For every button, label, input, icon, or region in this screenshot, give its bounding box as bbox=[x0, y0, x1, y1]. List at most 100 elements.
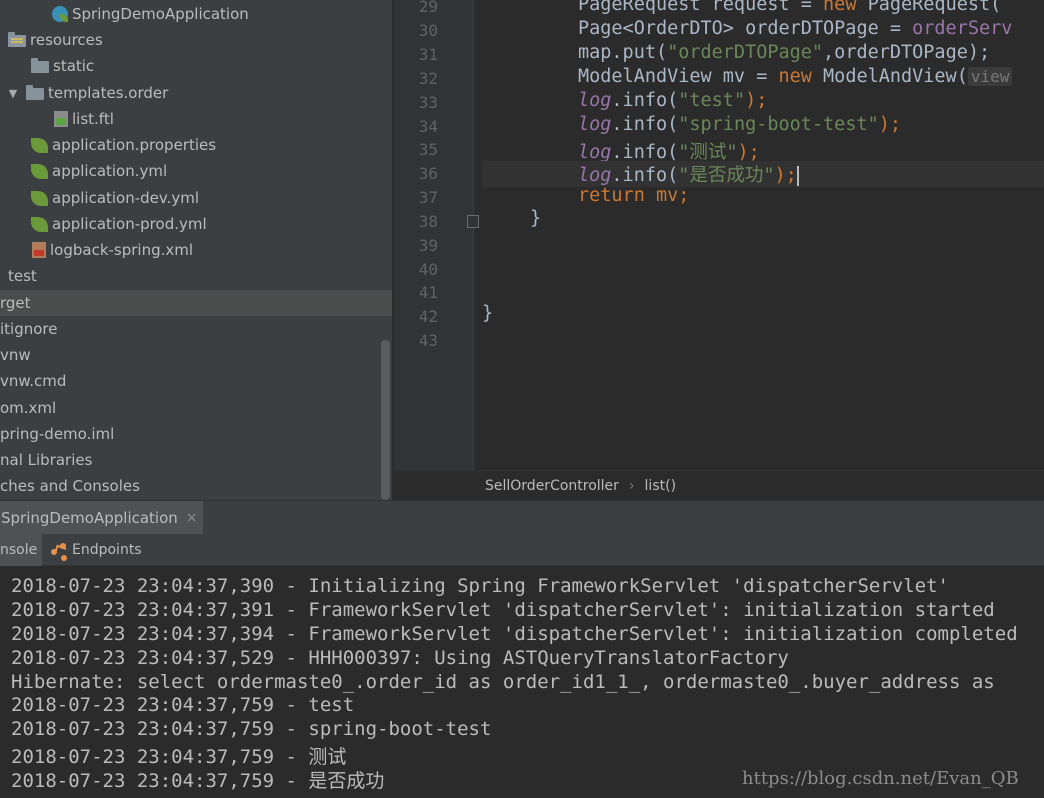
close-icon[interactable]: × bbox=[186, 510, 198, 526]
code-line: } bbox=[482, 303, 494, 324]
text-caret bbox=[796, 166, 799, 186]
tree-item-static[interactable]: static bbox=[0, 53, 392, 79]
line-number-gutter: 29 30 31 32 33 34 35 36 37 38 39 40 41 4… bbox=[394, 0, 474, 470]
code-line: map.put("orderDTOPage",orderDTOPage); bbox=[578, 42, 991, 63]
code-editor[interactable]: 29 30 31 32 33 34 35 36 37 38 39 40 41 4… bbox=[394, 0, 1044, 470]
spring-boot-app-icon bbox=[52, 6, 68, 22]
run-tab-springdemoapplication[interactable]: SpringDemoApplication × bbox=[0, 501, 203, 535]
line-number: 29 bbox=[418, 0, 438, 16]
line-number: 33 bbox=[418, 93, 438, 112]
line-number: 34 bbox=[418, 117, 438, 136]
tree-scrollbar[interactable] bbox=[381, 340, 390, 500]
run-tab-bar: SpringDemoApplication × bbox=[0, 500, 1044, 535]
run-tab-label: SpringDemoApplication bbox=[1, 509, 178, 527]
tree-item-springdemoapplication[interactable]: SpringDemoApplication bbox=[0, 1, 392, 27]
tree-item-label: logback-spring.xml bbox=[50, 241, 194, 259]
line-number: 41 bbox=[418, 283, 438, 302]
code-line: return mv; bbox=[578, 185, 690, 206]
chevron-down-icon[interactable]: ▼ bbox=[6, 87, 20, 100]
line-number: 30 bbox=[418, 21, 438, 40]
console-line: 2018-07-23 23:04:37,394 - FrameworkServl… bbox=[11, 623, 1018, 645]
line-number: 40 bbox=[418, 260, 438, 279]
tree-item-label: vnw.cmd bbox=[0, 372, 67, 390]
tree-item-target[interactable]: rget bbox=[0, 290, 392, 316]
spring-config-icon bbox=[31, 138, 48, 153]
line-number: 42 bbox=[418, 307, 438, 326]
console-line: 2018-07-23 23:04:37,759 - 是否成功 bbox=[11, 770, 385, 792]
tree-item-label: application.yml bbox=[52, 162, 168, 180]
xml-file-icon bbox=[32, 242, 46, 258]
tab-endpoints-label: Endpoints bbox=[72, 542, 142, 558]
line-number: 32 bbox=[418, 69, 438, 88]
tree-item-label: application-dev.yml bbox=[52, 189, 200, 207]
tab-console-label: nsole bbox=[0, 542, 38, 558]
tree-item-templates-order[interactable]: ▼ templates.order bbox=[0, 80, 392, 106]
fold-marker-icon[interactable] bbox=[467, 215, 479, 228]
tree-item-iml[interactable]: pring-demo.iml bbox=[0, 421, 392, 447]
spring-config-icon bbox=[31, 164, 48, 179]
tree-item-label: om.xml bbox=[0, 399, 57, 417]
tree-item-label: application.properties bbox=[52, 136, 217, 154]
tree-item-application-dev-yml[interactable]: application-dev.yml bbox=[0, 185, 392, 211]
breadcrumb-separator: › bbox=[628, 477, 635, 494]
parameter-hint: view bbox=[967, 67, 1013, 86]
console-line: 2018-07-23 23:04:37,529 - HHH000397: Usi… bbox=[11, 647, 789, 669]
tree-item-label: templates.order bbox=[48, 84, 169, 102]
line-number: 39 bbox=[418, 236, 438, 255]
console-line: 2018-07-23 23:04:37,390 - Initializing S… bbox=[11, 575, 949, 597]
console-output[interactable]: 2018-07-23 23:04:37,390 - Initializing S… bbox=[0, 566, 1044, 798]
spring-config-icon bbox=[31, 217, 48, 232]
editor-breadcrumb: SellOrderController › list() bbox=[394, 470, 1044, 500]
breadcrumb-method[interactable]: list() bbox=[645, 478, 677, 494]
tree-item-label: vnw bbox=[0, 346, 31, 364]
tree-item-label: list.ftl bbox=[72, 110, 114, 128]
tree-item-label: resources bbox=[30, 31, 103, 49]
tree-item-external-libraries[interactable]: nal Libraries bbox=[0, 447, 392, 473]
tree-item-application-properties[interactable]: application.properties bbox=[0, 132, 392, 158]
tree-item-logback-spring-xml[interactable]: logback-spring.xml bbox=[0, 237, 392, 263]
console-line: Hibernate: select ordermaste0_.order_id … bbox=[11, 671, 995, 693]
endpoints-icon bbox=[50, 541, 68, 559]
tree-item-label: itignore bbox=[0, 320, 58, 338]
line-number: 37 bbox=[418, 188, 438, 207]
code-line: log.info("test"); bbox=[578, 90, 768, 111]
tree-item-label: nal Libraries bbox=[0, 451, 93, 469]
tree-item-pom-xml[interactable]: om.xml bbox=[0, 395, 392, 421]
spring-config-icon bbox=[31, 191, 48, 206]
watermark: https://blog.csdn.net/Evan_QB bbox=[742, 768, 1019, 789]
console-line: 2018-07-23 23:04:37,759 - test bbox=[11, 694, 355, 716]
tree-item-scratches-and-consoles[interactable]: ches and Consoles bbox=[0, 473, 392, 499]
code-line: log.info("spring-boot-test"); bbox=[578, 114, 902, 135]
tree-item-label: test bbox=[8, 267, 37, 285]
console-line: 2018-07-23 23:04:37,391 - FrameworkServl… bbox=[11, 599, 995, 621]
tab-endpoints[interactable]: Endpoints bbox=[46, 534, 146, 566]
tree-item-label: ches and Consoles bbox=[0, 477, 140, 495]
tree-item-test[interactable]: test bbox=[0, 263, 392, 289]
line-number: 31 bbox=[418, 45, 438, 64]
tree-item-label: pring-demo.iml bbox=[0, 425, 115, 443]
tree-item-label: static bbox=[53, 57, 95, 75]
tree-item-mvnw[interactable]: vnw bbox=[0, 342, 392, 368]
breadcrumb-class[interactable]: SellOrderController bbox=[485, 478, 619, 494]
run-subtab-bar: nsole Endpoints bbox=[0, 534, 1044, 566]
tree-item-resources[interactable]: resources bbox=[0, 27, 392, 53]
ftl-file-icon bbox=[54, 111, 68, 127]
code-line: ModelAndView mv = new ModelAndView(view bbox=[578, 66, 1013, 87]
tree-item-label: SpringDemoApplication bbox=[72, 5, 249, 23]
tree-item-application-prod-yml[interactable]: application-prod.yml bbox=[0, 211, 392, 237]
code-line: PageRequest request = new PageRequest( bbox=[578, 0, 1002, 15]
resources-folder-icon bbox=[8, 32, 26, 47]
folder-icon bbox=[31, 58, 49, 73]
code-line: } bbox=[530, 208, 542, 229]
line-number: 36 bbox=[418, 164, 438, 183]
tree-item-mvnw-cmd[interactable]: vnw.cmd bbox=[0, 368, 392, 394]
console-line: 2018-07-23 23:04:37,759 - 测试 bbox=[11, 746, 347, 768]
tab-console[interactable]: nsole bbox=[0, 534, 42, 566]
tree-item-label: rget bbox=[0, 294, 31, 312]
line-number: 38 bbox=[418, 212, 438, 231]
tree-item-application-yml[interactable]: application.yml bbox=[0, 158, 392, 184]
tree-item-gitignore[interactable]: itignore bbox=[0, 316, 392, 342]
tree-item-list-ftl[interactable]: list.ftl bbox=[0, 106, 392, 132]
tree-item-label: application-prod.yml bbox=[52, 215, 207, 233]
line-number: 43 bbox=[418, 331, 438, 350]
